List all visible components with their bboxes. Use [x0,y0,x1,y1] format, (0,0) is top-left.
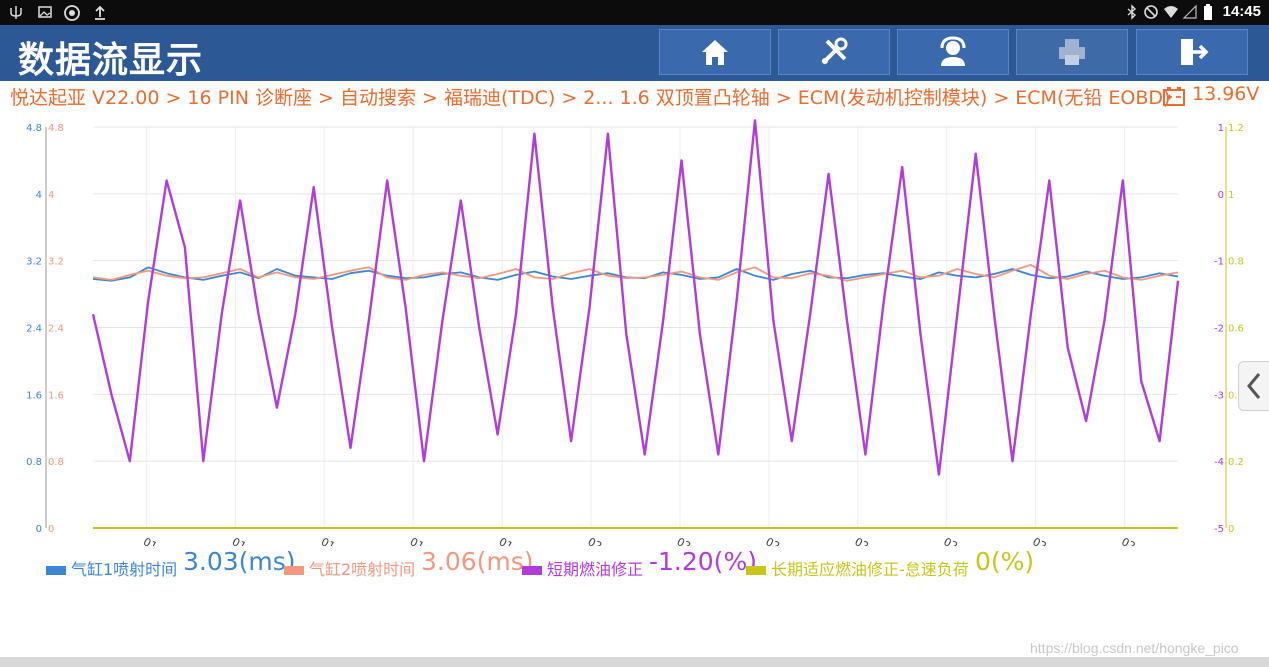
wifi-icon [1163,4,1179,20]
chart-axes: 0 0 -5 00.8 0.8 -4 0.21.6 1.6 -3 0.42.4 2.4 -2 0.63.… [26,123,1244,546]
y-tick-label-right-olive: 0 [1228,524,1234,535]
do-not-disturb-icon [1143,4,1159,20]
x-tick-label: 01:45 [319,535,353,546]
x-tick-label: 01:40 [230,535,264,546]
y-tick-label-left-salmon: 0.8 [48,457,64,468]
data-stream-chart: 0 0 -5 00.8 0.8 -4 0.21.6 1.6 -3 0.42.4 2.4 -2 0.63.… [26,119,1244,546]
gear-icon [62,4,82,21]
y-tick-label-right-olive: 1.2 [1228,123,1244,134]
legend-series-name: 气缸2喷射时间 [309,560,416,579]
breadcrumb-bar: 悦达起亚 V22.00 > 16 PIN 诊断座 > 自动搜索 > 福瑞迪(TD… [0,81,1269,111]
legend-swatch [46,566,66,575]
status-bar: 14:45 [0,0,1269,25]
x-tick-label: 01:55 [497,535,531,546]
y-tick-label-left-blue: 2.4 [26,324,42,335]
print-button[interactable] [1016,29,1128,75]
page-title: 数据流显示 [18,40,204,81]
legend-swatch [522,566,542,575]
diagnostics-tools-button[interactable] [778,29,890,75]
y-tick-label-right-olive: 0.6 [1228,324,1244,335]
y-tick-label-left-salmon: 2.4 [48,324,64,335]
battery-icon [1203,4,1213,20]
legend-swatch [284,566,304,575]
y-tick-label-left-blue: 4.8 [26,123,42,134]
chevron-left-icon [1239,373,1269,414]
bottom-strip [0,657,1269,667]
y-tick-label-left-salmon: 1.6 [48,390,64,401]
battery-voltage-icon [1163,86,1185,110]
y-tick-label-right-purple: 1 [1218,123,1224,134]
image-icon [37,4,53,20]
legend-swatch [746,566,766,575]
x-tick-label: 02:20 [941,535,975,546]
x-tick-label: 02:15 [852,535,886,546]
legend-current-value: 0(%) [975,547,1035,576]
y-tick-label-right-purple: -5 [1214,524,1224,535]
legend-series-name: 气缸1喷射时间 [71,560,178,579]
home-button[interactable] [659,29,771,75]
y-tick-label-right-purple: 0 [1218,190,1224,201]
x-tick-label: 02:10 [763,535,797,546]
support-agent-button[interactable] [897,29,1009,75]
chart-grid [93,126,1178,529]
battery-voltage: 13.96V [1192,83,1260,105]
series-line-3 [91,119,1180,476]
y-tick-label-left-blue: 1.6 [26,390,42,401]
y-tick-label-left-blue: 4 [36,190,42,201]
legend-series-name: 长期适应燃油修正-怠速负荷 [771,560,969,579]
series-line-2 [92,263,1179,282]
x-tick-label: 02:30 [1119,535,1153,546]
y-tick-label-right-olive: 0.2 [1228,457,1244,468]
clock: 14:45 [1222,3,1261,20]
side-panel-toggle[interactable] [1238,361,1269,411]
y-tick-label-left-salmon: 4.8 [48,123,64,134]
legend-current-value: 3.03(ms) [183,547,296,576]
y-tick-label-left-blue: 0 [36,524,42,535]
exit-button[interactable] [1136,29,1248,75]
legend-current-value: 3.06(ms) [421,547,534,576]
upload-icon [92,4,108,20]
y-tick-label-left-salmon: 3.2 [48,257,64,268]
x-tick-label: 01:35 [141,535,175,546]
x-tick-label: 02:05 [675,535,709,546]
bluetooth-icon [1124,4,1140,20]
y-tick-label-left-blue: 0.8 [26,457,42,468]
x-tick-label: 02:00 [586,535,620,546]
legend-series-name: 短期燃油修正 [547,560,644,579]
title-bar: 数据流显示 [0,25,1269,81]
watermark: https://blog.csdn.net/hongke_pico [1030,640,1239,656]
signal-icon [1182,4,1198,20]
x-tick-label: 02:25 [1030,535,1064,546]
y-tick-label-left-salmon: 4 [48,190,54,201]
y-tick-label-left-blue: 3.2 [26,257,42,268]
y-tick-label-right-purple: -2 [1214,324,1224,335]
chart-series [91,119,1180,529]
y-tick-label-right-olive: 1 [1228,190,1234,201]
y-tick-label-left-salmon: 0 [48,524,54,535]
legend-current-value: -1.20(%) [649,547,757,576]
breadcrumb: 悦达起亚 V22.00 > 16 PIN 诊断座 > 自动搜索 > 福瑞迪(TD… [10,87,1171,109]
x-tick-label: 01:50 [408,535,442,546]
usb-icon [8,4,24,20]
y-tick-label-right-purple: -3 [1214,390,1224,401]
y-tick-label-right-purple: -1 [1214,257,1224,268]
y-tick-label-right-olive: 0.8 [1228,257,1244,268]
y-tick-label-right-purple: -4 [1214,457,1224,468]
